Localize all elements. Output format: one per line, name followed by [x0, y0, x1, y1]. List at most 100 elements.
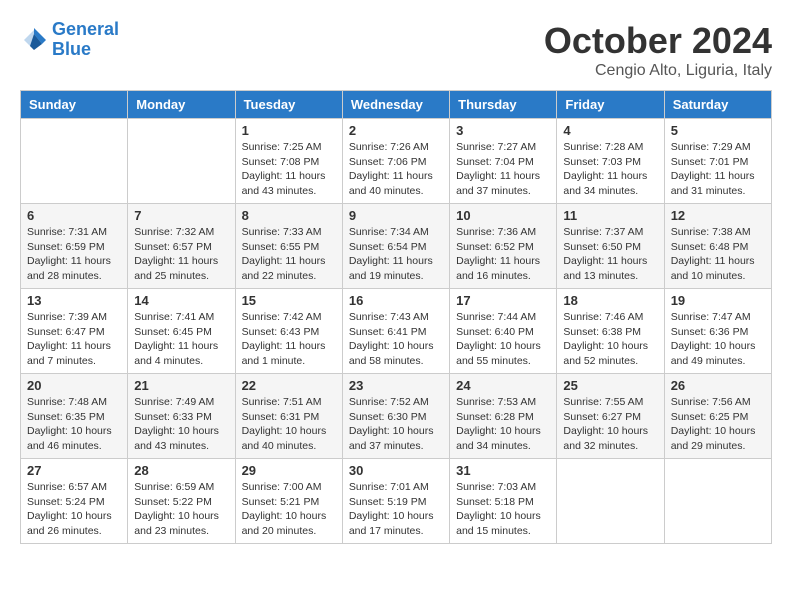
calendar-cell: 4 Sunrise: 7:28 AMSunset: 7:03 PMDaylight… — [557, 119, 664, 204]
day-header: Monday — [128, 91, 235, 119]
day-info: Sunrise: 7:00 AMSunset: 5:21 PMDaylight:… — [242, 480, 336, 539]
calendar-cell: 17 Sunrise: 7:44 AMSunset: 6:40 PMDayligh… — [450, 289, 557, 374]
day-header: Thursday — [450, 91, 557, 119]
day-info: Sunrise: 7:55 AMSunset: 6:27 PMDaylight:… — [563, 395, 657, 454]
logo: General Blue — [20, 20, 119, 60]
day-info: Sunrise: 7:29 AMSunset: 7:01 PMDaylight:… — [671, 140, 765, 199]
page-header: General Blue October 2024 Cengio Alto, L… — [20, 20, 772, 80]
calendar-cell: 18Sunrise: 7:46 AMSunset: 6:38 PMDayligh… — [557, 289, 664, 374]
calendar-cell: 28 Sunrise: 6:59 AMSunset: 5:22 PMDayligh… — [128, 459, 235, 544]
day-number: 8 — [242, 208, 336, 223]
day-info: Sunrise: 7:27 AMSunset: 7:04 PMDaylight:… — [456, 140, 550, 199]
calendar-cell: 8 Sunrise: 7:33 AMSunset: 6:55 PMDaylight… — [235, 204, 342, 289]
day-number: 6 — [27, 208, 121, 223]
day-number: 3 — [456, 123, 550, 138]
day-number: 17 — [456, 293, 550, 308]
logo-blue: Blue — [52, 39, 91, 59]
day-info: Sunrise: 7:37 AMSunset: 6:50 PMDaylight:… — [563, 225, 657, 284]
day-info: Sunrise: 7:26 AMSunset: 7:06 PMDaylight:… — [349, 140, 443, 199]
calendar-cell: 15Sunrise: 7:42 AMSunset: 6:43 PMDayligh… — [235, 289, 342, 374]
day-info: Sunrise: 7:53 AMSunset: 6:28 PMDaylight:… — [456, 395, 550, 454]
day-number: 27 — [27, 463, 121, 478]
day-info: Sunrise: 7:32 AMSunset: 6:57 PMDaylight:… — [134, 225, 228, 284]
calendar-cell: 27 Sunrise: 6:57 AMSunset: 5:24 PMDayligh… — [21, 459, 128, 544]
calendar-cell: 12 Sunrise: 7:38 AMSunset: 6:48 PMDayligh… — [664, 204, 771, 289]
day-number: 24 — [456, 378, 550, 393]
calendar-cell: 13 Sunrise: 7:39 AMSunset: 6:47 PMDayligh… — [21, 289, 128, 374]
logo-general: General — [52, 19, 119, 39]
calendar-cell: 31 Sunrise: 7:03 AMSunset: 5:18 PMDayligh… — [450, 459, 557, 544]
logo-icon — [20, 26, 48, 54]
day-number: 12 — [671, 208, 765, 223]
day-header: Wednesday — [342, 91, 449, 119]
day-number: 9 — [349, 208, 443, 223]
calendar-cell: 30 Sunrise: 7:01 AMSunset: 5:19 PMDayligh… — [342, 459, 449, 544]
day-number: 21 — [134, 378, 228, 393]
calendar-cell: 22 Sunrise: 7:51 AMSunset: 6:31 PMDayligh… — [235, 374, 342, 459]
calendar-cell — [557, 459, 664, 544]
day-info: Sunrise: 7:47 AMSunset: 6:36 PMDaylight:… — [671, 310, 765, 369]
calendar-cell: 21 Sunrise: 7:49 AMSunset: 6:33 PMDayligh… — [128, 374, 235, 459]
day-info: Sunrise: 7:28 AMSunset: 7:03 PMDaylight:… — [563, 140, 657, 199]
calendar-cell: 7Sunrise: 7:32 AMSunset: 6:57 PMDaylight… — [128, 204, 235, 289]
day-number: 28 — [134, 463, 228, 478]
day-info: Sunrise: 7:39 AMSunset: 6:47 PMDaylight:… — [27, 310, 121, 369]
day-info: Sunrise: 6:59 AMSunset: 5:22 PMDaylight:… — [134, 480, 228, 539]
day-info: Sunrise: 7:25 AMSunset: 7:08 PMDaylight:… — [242, 140, 336, 199]
day-number: 26 — [671, 378, 765, 393]
day-number: 16 — [349, 293, 443, 308]
header-row: SundayMondayTuesdayWednesdayThursdayFrid… — [21, 91, 772, 119]
calendar-cell — [664, 459, 771, 544]
day-number: 13 — [27, 293, 121, 308]
day-info: Sunrise: 6:57 AMSunset: 5:24 PMDaylight:… — [27, 480, 121, 539]
calendar-table: SundayMondayTuesdayWednesdayThursdayFrid… — [20, 90, 772, 544]
day-info: Sunrise: 7:51 AMSunset: 6:31 PMDaylight:… — [242, 395, 336, 454]
day-header: Sunday — [21, 91, 128, 119]
day-number: 20 — [27, 378, 121, 393]
calendar-cell: 10 Sunrise: 7:36 AMSunset: 6:52 PMDayligh… — [450, 204, 557, 289]
month-title: October 2024 — [544, 20, 772, 62]
calendar-cell: 20 Sunrise: 7:48 AMSunset: 6:35 PMDayligh… — [21, 374, 128, 459]
title-area: October 2024 Cengio Alto, Liguria, Italy — [544, 20, 772, 80]
day-number: 4 — [563, 123, 657, 138]
calendar-cell: 9Sunrise: 7:34 AMSunset: 6:54 PMDaylight… — [342, 204, 449, 289]
calendar-week-row: 20 Sunrise: 7:48 AMSunset: 6:35 PMDayligh… — [21, 374, 772, 459]
day-info: Sunrise: 7:43 AMSunset: 6:41 PMDaylight:… — [349, 310, 443, 369]
calendar-cell: 29Sunrise: 7:00 AMSunset: 5:21 PMDayligh… — [235, 459, 342, 544]
calendar-week-row: 1 Sunrise: 7:25 AMSunset: 7:08 PMDaylight… — [21, 119, 772, 204]
day-info: Sunrise: 7:33 AMSunset: 6:55 PMDaylight:… — [242, 225, 336, 284]
calendar-cell: 5Sunrise: 7:29 AMSunset: 7:01 PMDaylight… — [664, 119, 771, 204]
day-info: Sunrise: 7:01 AMSunset: 5:19 PMDaylight:… — [349, 480, 443, 539]
day-info: Sunrise: 7:44 AMSunset: 6:40 PMDaylight:… — [456, 310, 550, 369]
day-info: Sunrise: 7:48 AMSunset: 6:35 PMDaylight:… — [27, 395, 121, 454]
day-info: Sunrise: 7:36 AMSunset: 6:52 PMDaylight:… — [456, 225, 550, 284]
calendar-cell: 26Sunrise: 7:56 AMSunset: 6:25 PMDayligh… — [664, 374, 771, 459]
day-number: 23 — [349, 378, 443, 393]
calendar-cell: 11Sunrise: 7:37 AMSunset: 6:50 PMDayligh… — [557, 204, 664, 289]
day-number: 30 — [349, 463, 443, 478]
day-info: Sunrise: 7:31 AMSunset: 6:59 PMDaylight:… — [27, 225, 121, 284]
day-number: 10 — [456, 208, 550, 223]
calendar-cell: 16 Sunrise: 7:43 AMSunset: 6:41 PMDayligh… — [342, 289, 449, 374]
calendar-cell — [128, 119, 235, 204]
day-info: Sunrise: 7:03 AMSunset: 5:18 PMDaylight:… — [456, 480, 550, 539]
day-header: Friday — [557, 91, 664, 119]
day-number: 1 — [242, 123, 336, 138]
calendar-cell: 19 Sunrise: 7:47 AMSunset: 6:36 PMDayligh… — [664, 289, 771, 374]
calendar-week-row: 6 Sunrise: 7:31 AMSunset: 6:59 PMDaylight… — [21, 204, 772, 289]
calendar-cell: 23 Sunrise: 7:52 AMSunset: 6:30 PMDayligh… — [342, 374, 449, 459]
calendar-week-row: 27 Sunrise: 6:57 AMSunset: 5:24 PMDayligh… — [21, 459, 772, 544]
logo-text: General Blue — [52, 20, 119, 60]
day-number: 19 — [671, 293, 765, 308]
day-number: 25 — [563, 378, 657, 393]
day-info: Sunrise: 7:38 AMSunset: 6:48 PMDaylight:… — [671, 225, 765, 284]
day-info: Sunrise: 7:49 AMSunset: 6:33 PMDaylight:… — [134, 395, 228, 454]
calendar-cell: 3 Sunrise: 7:27 AMSunset: 7:04 PMDaylight… — [450, 119, 557, 204]
location-title: Cengio Alto, Liguria, Italy — [544, 62, 772, 80]
day-number: 31 — [456, 463, 550, 478]
calendar-cell: 6 Sunrise: 7:31 AMSunset: 6:59 PMDaylight… — [21, 204, 128, 289]
day-info: Sunrise: 7:52 AMSunset: 6:30 PMDaylight:… — [349, 395, 443, 454]
day-number: 22 — [242, 378, 336, 393]
day-header: Tuesday — [235, 91, 342, 119]
calendar-cell: 2Sunrise: 7:26 AMSunset: 7:06 PMDaylight… — [342, 119, 449, 204]
